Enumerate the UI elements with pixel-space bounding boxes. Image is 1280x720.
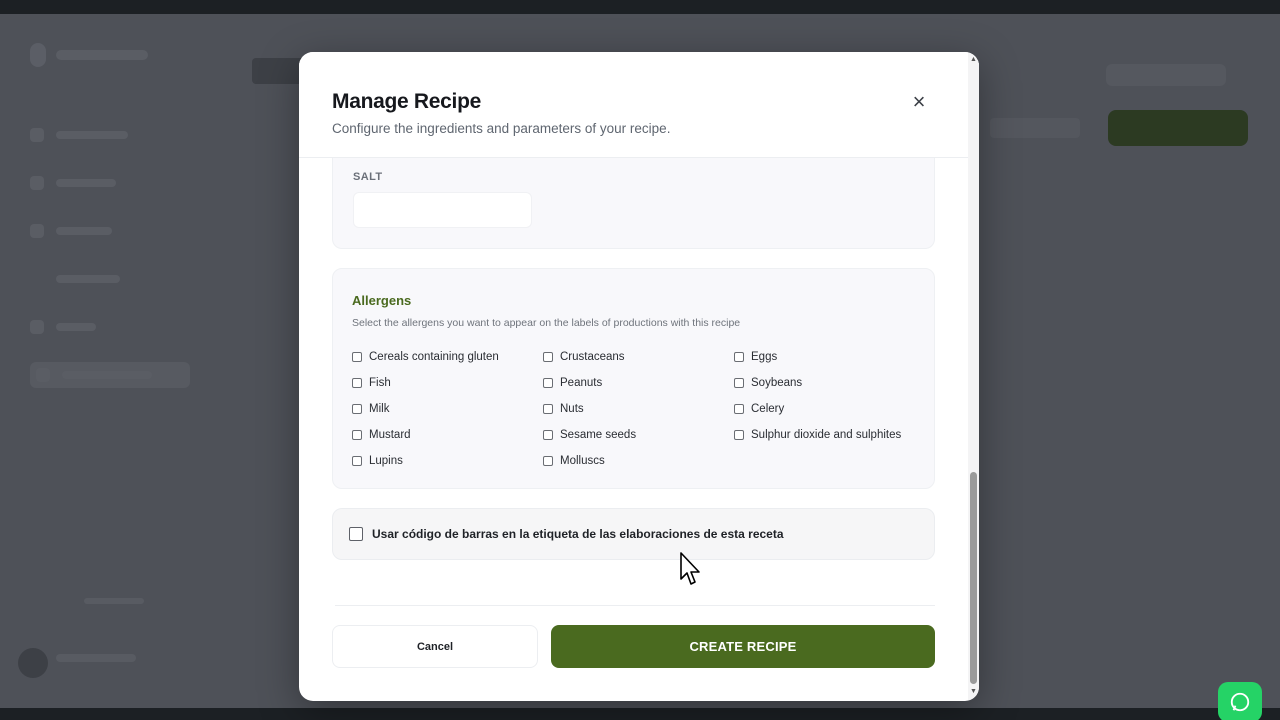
- create-recipe-button[interactable]: CREATE RECIPE: [551, 625, 935, 668]
- cancel-button[interactable]: Cancel: [332, 625, 538, 668]
- checkbox[interactable]: [543, 430, 553, 440]
- manage-recipe-modal: Manage Recipe Configure the ingredients …: [299, 52, 979, 701]
- allergens-title: Allergens: [352, 293, 412, 308]
- allergens-section: Allergens Select the allergens you want …: [332, 268, 935, 489]
- sidebar-item-active: [30, 362, 190, 388]
- allergen-label: Fish: [369, 377, 391, 389]
- primary-action-placeholder: [1108, 110, 1248, 146]
- allergen-checkbox[interactable]: Molluscs: [543, 455, 605, 467]
- user-name-placeholder: [56, 654, 136, 662]
- sidebar-item: [30, 170, 190, 196]
- close-icon: ×: [912, 89, 926, 114]
- allergen-checkbox[interactable]: Fish: [352, 377, 391, 389]
- allergen-label: Sulphur dioxide and sulphites: [751, 429, 902, 441]
- allergen-checkbox[interactable]: Lupins: [352, 455, 403, 467]
- sidebar-item: [30, 266, 190, 292]
- checkbox[interactable]: [543, 456, 553, 466]
- allergen-label: Sesame seeds: [560, 429, 637, 441]
- checkbox[interactable]: [352, 404, 362, 414]
- checkbox[interactable]: [352, 430, 362, 440]
- sidebar-item: [30, 218, 190, 244]
- checkbox[interactable]: [352, 378, 362, 388]
- mouse-pointer-icon: [680, 552, 700, 585]
- allergen-checkbox[interactable]: Crustaceans: [543, 351, 625, 363]
- allergen-label: Mustard: [369, 429, 411, 441]
- allergen-checkbox[interactable]: Mustard: [352, 429, 411, 441]
- allergen-checkbox[interactable]: Sulphur dioxide and sulphites: [734, 429, 901, 441]
- allergen-checkbox[interactable]: Eggs: [734, 351, 777, 363]
- allergen-checkbox[interactable]: Peanuts: [543, 377, 602, 389]
- allergen-label: Nuts: [560, 403, 584, 415]
- allergen-label: Peanuts: [560, 377, 603, 389]
- bottom-strip: [0, 708, 1280, 720]
- checkbox[interactable]: [543, 404, 553, 414]
- checkbox[interactable]: [734, 352, 744, 362]
- allergen-label: Molluscs: [560, 455, 605, 467]
- allergens-description: Select the allergens you want to appear …: [352, 317, 741, 329]
- footer-divider: [335, 605, 935, 606]
- checkbox[interactable]: [734, 430, 744, 440]
- allergen-label: Milk: [369, 403, 390, 415]
- allergen-label: Crustaceans: [560, 351, 625, 363]
- checkbox[interactable]: [543, 352, 553, 362]
- allergen-label: Eggs: [751, 351, 778, 363]
- filter-placeholder: [990, 118, 1080, 138]
- salt-section: SALT: [332, 158, 935, 249]
- app-logo: [30, 42, 160, 68]
- sidebar-footer-text: [84, 598, 144, 604]
- barcode-option[interactable]: Usar código de barras en la etiqueta de …: [332, 508, 935, 560]
- scroll-up-arrow-icon[interactable]: ▲: [970, 56, 977, 63]
- allergen-checkbox[interactable]: Sesame seeds: [543, 429, 636, 441]
- allergen-label: Cereals containing gluten: [369, 351, 499, 363]
- allergen-checkbox[interactable]: Cereals containing gluten: [352, 351, 499, 363]
- sidebar-item: [30, 122, 190, 148]
- checkbox[interactable]: [352, 456, 362, 466]
- allergen-checkbox[interactable]: Celery: [734, 403, 784, 415]
- allergen-label: Soybeans: [751, 377, 803, 389]
- scrollbar-thumb[interactable]: [970, 472, 977, 684]
- checkbox[interactable]: [352, 352, 362, 362]
- checkbox[interactable]: [734, 404, 744, 414]
- allergen-checkbox[interactable]: Nuts: [543, 403, 584, 415]
- checkbox[interactable]: [734, 378, 744, 388]
- allergen-label: Celery: [751, 403, 785, 415]
- salt-label: SALT: [353, 171, 383, 183]
- modal-title: Manage Recipe: [332, 90, 481, 113]
- modal-header: Manage Recipe Configure the ingredients …: [299, 52, 979, 158]
- salt-input[interactable]: [353, 192, 532, 228]
- allergen-label: Lupins: [369, 455, 403, 467]
- whatsapp-icon: [1230, 692, 1250, 712]
- allergen-checkbox[interactable]: Milk: [352, 403, 389, 415]
- whatsapp-button[interactable]: [1218, 682, 1262, 720]
- barcode-label: Usar código de barras en la etiqueta de …: [372, 527, 784, 541]
- checkbox[interactable]: [543, 378, 553, 388]
- allergen-checkbox[interactable]: Soybeans: [734, 377, 802, 389]
- close-button[interactable]: ×: [907, 89, 931, 114]
- avatar: [18, 648, 48, 678]
- top-strip: [0, 0, 1280, 14]
- user-menu-placeholder: [1106, 64, 1226, 86]
- sidebar-item: [30, 314, 190, 340]
- scroll-down-arrow-icon[interactable]: ▼: [970, 688, 977, 695]
- barcode-checkbox[interactable]: [349, 527, 363, 541]
- modal-subtitle: Configure the ingredients and parameters…: [332, 121, 671, 136]
